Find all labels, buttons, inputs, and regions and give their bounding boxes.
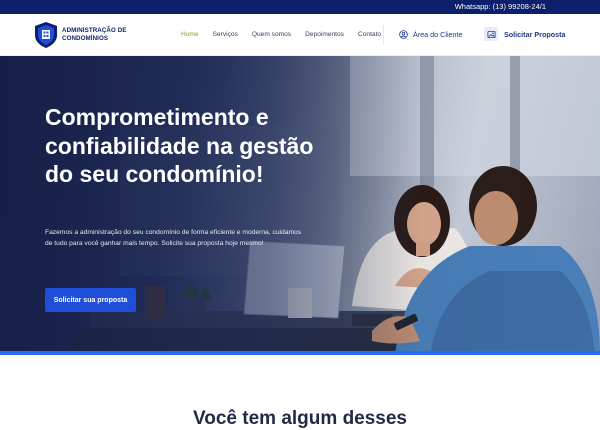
hero-subtitle: Fazemos a administração do seu condomíni… (45, 229, 302, 247)
request-proposal-link[interactable]: Solicitar Proposta (484, 27, 566, 41)
nav-quem-somos[interactable]: Quem somos (252, 31, 291, 38)
logo-line-1: ADMINISTRAÇÃO DE (62, 27, 127, 34)
proposal-icon-box (484, 27, 498, 41)
image-icon (486, 30, 496, 38)
logo-line-2: CONDOMÍNIOS (62, 34, 109, 42)
site-header: ADMINISTRAÇÃO DE CONDOMÍNIOS Home Serviç… (0, 14, 600, 56)
nav-contato[interactable]: Contato (358, 31, 381, 38)
hero-banner: Comprometimento e confiabilidade na gest… (0, 56, 600, 355)
nav-home[interactable]: Home (181, 31, 199, 38)
top-bar: Whatsapp: (13) 99208-24/1 (0, 0, 600, 14)
nav-servicos[interactable]: Serviços (213, 31, 238, 38)
header-divider (383, 25, 384, 45)
nav-depoimentos[interactable]: Depoimentos (305, 31, 344, 38)
hero-accent-strip (0, 351, 600, 355)
user-icon (399, 30, 408, 39)
request-proposal-button[interactable]: Solicitar sua proposta (45, 288, 136, 312)
shield-logo-icon[interactable] (33, 21, 59, 49)
client-area-label: Área do Cliente (413, 30, 463, 39)
request-proposal-label: Solicitar Proposta (504, 29, 566, 39)
logo-text[interactable]: ADMINISTRAÇÃO DE CONDOMÍNIOS (62, 27, 127, 42)
whatsapp-contact[interactable]: Whatsapp: (13) 99208-24/1 (455, 2, 546, 11)
hero-title: Comprometimento e confiabilidade na gest… (45, 104, 314, 187)
main-nav: Home Serviços Quem somos Depoimentos Con… (181, 31, 381, 38)
client-area-link[interactable]: Área do Cliente (399, 30, 463, 39)
section-title: Você tem algum desses (192, 408, 408, 429)
